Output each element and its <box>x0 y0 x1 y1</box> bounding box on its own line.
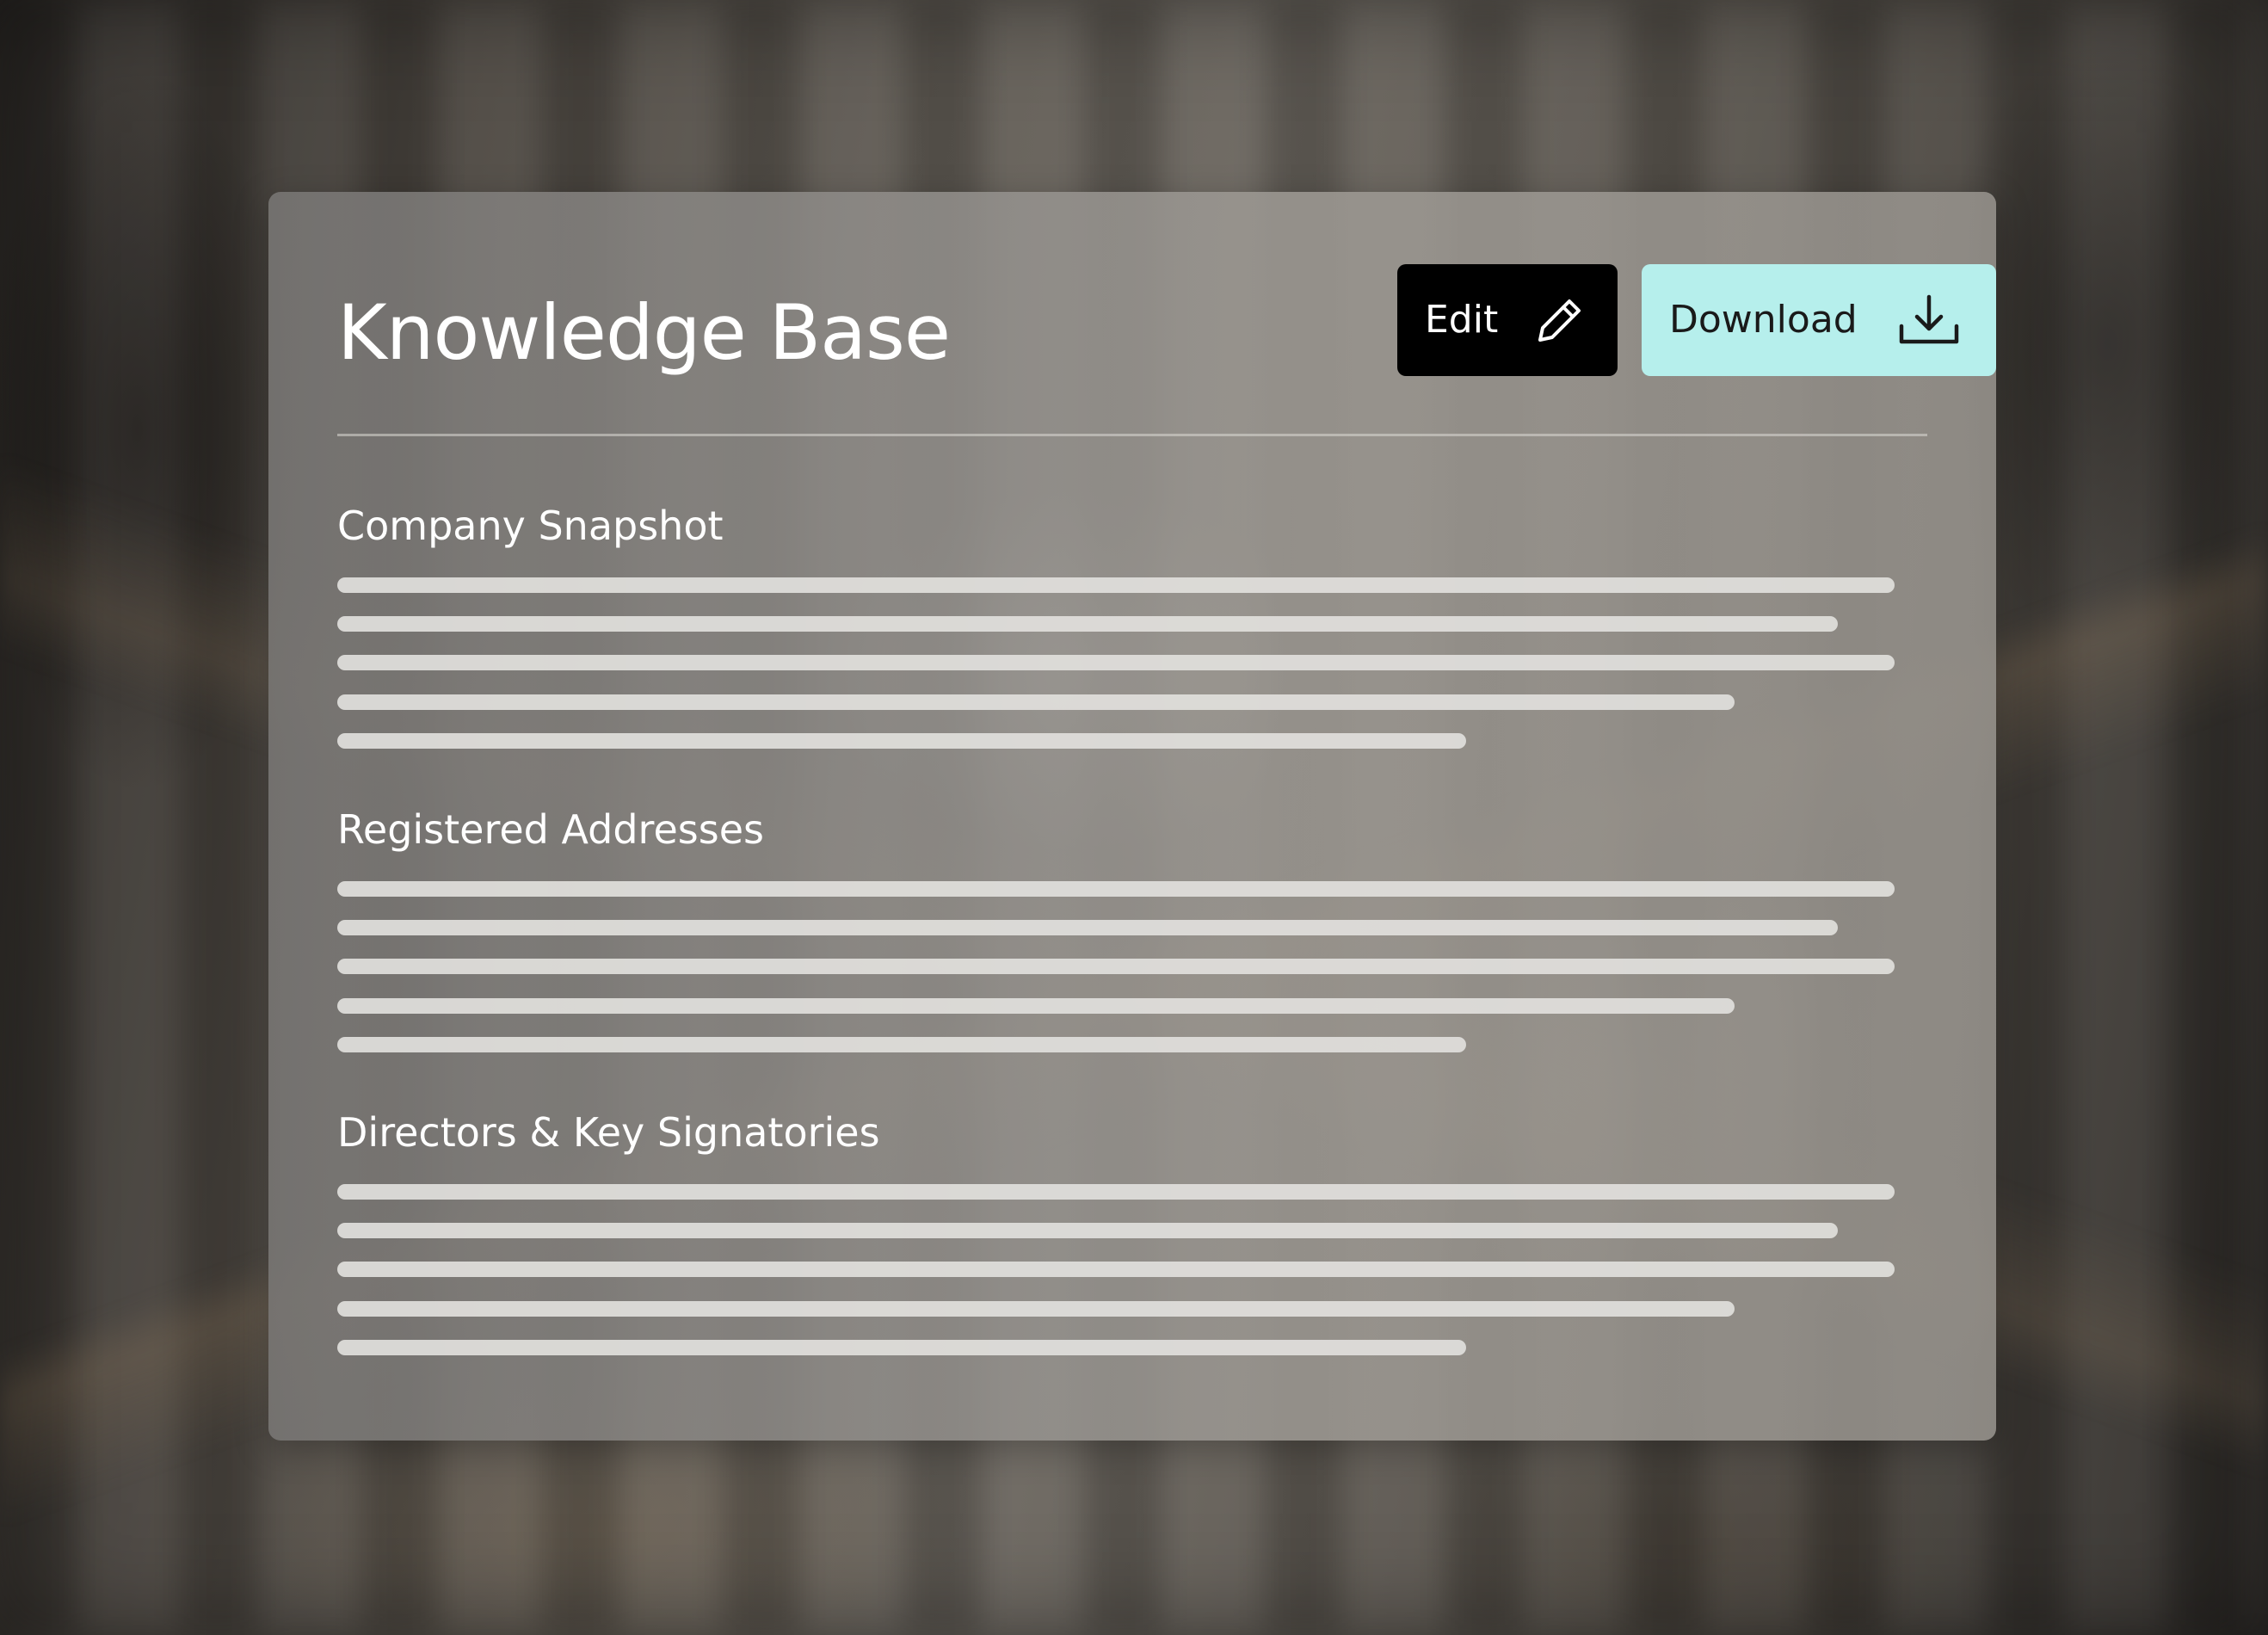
download-button-label: Download <box>1669 298 1858 342</box>
placeholder-line <box>337 959 1895 974</box>
edit-button[interactable]: Edit <box>1397 264 1618 376</box>
download-button[interactable]: Download <box>1642 264 1996 376</box>
screen: Knowledge Base Edit Download Company Sna… <box>0 0 2268 1635</box>
placeholder-line <box>337 1184 1895 1200</box>
placeholder-line <box>337 655 1895 670</box>
placeholder-line <box>337 881 1895 897</box>
section-title: Directors & Key Signatories <box>337 1109 880 1156</box>
placeholder-line <box>337 998 1735 1014</box>
placeholder-line <box>337 1301 1735 1317</box>
card-header: Knowledge Base Edit Download <box>337 264 1996 377</box>
edit-button-label: Edit <box>1425 298 1499 342</box>
section-title: Registered Addresses <box>337 806 764 853</box>
header-divider <box>337 434 1927 436</box>
knowledge-base-card: Knowledge Base Edit Download Company Sna… <box>268 192 1996 1441</box>
pencil-icon <box>1538 299 1581 342</box>
section-company-snapshot: Company Snapshot <box>337 502 1895 749</box>
placeholder-line <box>337 1037 1466 1052</box>
placeholder-line <box>337 577 1895 593</box>
placeholder-line <box>337 733 1466 749</box>
section-title: Company Snapshot <box>337 503 724 549</box>
page-title: Knowledge Base <box>337 288 951 377</box>
placeholder-line <box>337 1223 1838 1238</box>
placeholder-line <box>337 616 1838 632</box>
download-icon <box>1899 294 1959 344</box>
placeholder-line <box>337 1262 1895 1277</box>
section-directors-key-signatories: Directors & Key Signatories <box>337 1108 1895 1355</box>
section-registered-addresses: Registered Addresses <box>337 805 1895 1052</box>
placeholder-line <box>337 1340 1466 1355</box>
placeholder-line <box>337 694 1735 710</box>
placeholder-line <box>337 920 1838 935</box>
